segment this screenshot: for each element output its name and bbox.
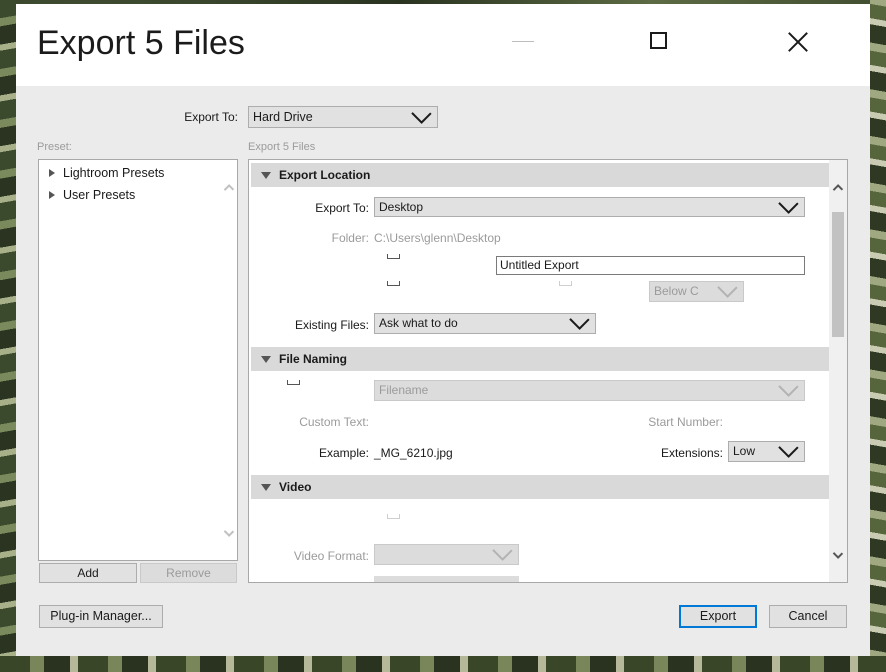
collapse-arrow-icon[interactable] (261, 484, 271, 491)
existing-files-label: Existing Files: (294, 318, 369, 332)
title-bar: Export 5 Files (16, 4, 870, 86)
filename-template-dropdown[interactable]: Filename (374, 380, 805, 401)
video-format-label: Video Format: (293, 549, 369, 563)
example-filename: _MG_6210.jpg (374, 446, 453, 460)
minimize-button[interactable] (502, 28, 542, 56)
video-quality-dropdown[interactable] (374, 576, 519, 582)
chevron-down-icon (719, 285, 729, 295)
existing-files-dropdown[interactable]: Ask what to do (374, 313, 596, 334)
settings-panel-caption: Export 5 Files (248, 141, 316, 153)
preset-label: Preset: (37, 141, 72, 153)
tree-item-user-presets[interactable]: User Presets (49, 188, 135, 202)
collapse-arrow-icon[interactable] (261, 172, 271, 179)
subfolder-name-field[interactable]: Untitled Export (496, 256, 805, 275)
chevron-down-icon (571, 317, 581, 327)
settings-panel: Export Location Export To: Desktop Folde… (248, 159, 848, 583)
preset-list[interactable]: Lightroom Presets User Presets (38, 159, 238, 561)
extensions-value: Low (733, 444, 756, 458)
remove-preset-button[interactable]: Remove (140, 563, 237, 583)
export-to-value: Hard Drive (253, 110, 313, 124)
scroll-up-icon[interactable] (225, 184, 233, 192)
chevron-down-icon (413, 111, 423, 121)
add-to-stack-checkbox[interactable] (559, 281, 572, 286)
maximize-button[interactable] (640, 28, 680, 56)
location-export-to-label: Export To: (315, 201, 369, 215)
rename-to-checkbox[interactable] (287, 380, 300, 385)
export-button[interactable]: Export (679, 605, 757, 628)
chevron-down-icon (494, 548, 504, 558)
desktop-background-bottom (0, 656, 886, 672)
tree-item-lightroom-presets[interactable]: Lightroom Presets (49, 166, 164, 180)
close-button[interactable] (778, 28, 818, 56)
desktop-background-right (870, 0, 886, 672)
custom-text-label: Custom Text: (299, 415, 369, 429)
expand-arrow-icon[interactable] (49, 191, 55, 199)
put-in-subfolder-checkbox[interactable] (387, 254, 400, 259)
filename-template-value: Filename (379, 383, 429, 397)
export-to-label: Export To: (184, 110, 238, 124)
location-export-to-dropdown[interactable]: Desktop (374, 197, 805, 217)
collapse-arrow-icon[interactable] (261, 356, 271, 363)
location-export-to-value: Desktop (379, 200, 424, 214)
expand-arrow-icon[interactable] (49, 169, 55, 177)
include-video-checkbox[interactable] (387, 514, 400, 519)
scroll-up-icon[interactable] (834, 184, 842, 192)
settings-scrollbar[interactable] (829, 160, 847, 582)
folder-label: Folder: (331, 231, 369, 245)
extensions-dropdown[interactable]: Low (728, 441, 805, 462)
export-to-dropdown[interactable]: Hard Drive (248, 106, 438, 128)
chevron-down-icon (780, 445, 790, 455)
section-title: Video (279, 480, 312, 494)
section-header-export-location[interactable]: Export Location (251, 163, 829, 187)
desktop-background-left (0, 0, 16, 672)
example-label: Example: (318, 446, 369, 460)
existing-files-value: Ask what to do (379, 316, 458, 330)
export-dialog: Export 5 Files Export To: Hard Drive Pre… (16, 4, 870, 656)
add-preset-button[interactable]: Add (39, 563, 137, 583)
scroll-down-icon[interactable] (225, 530, 233, 538)
start-number-label: Start Number: (648, 415, 723, 429)
tree-item-label: Lightroom Presets (63, 166, 165, 180)
plugin-manager-button[interactable]: Plug-in Manager... (39, 605, 163, 628)
stack-position-value: Below C (654, 284, 699, 298)
chevron-down-icon (780, 384, 790, 394)
cancel-button[interactable]: Cancel (769, 605, 847, 628)
section-header-video[interactable]: Video (251, 475, 829, 499)
section-title: File Naming (279, 352, 348, 366)
scroll-down-icon[interactable] (834, 552, 842, 560)
add-to-catalog-checkbox[interactable] (387, 281, 400, 286)
tree-item-label: User Presets (63, 188, 136, 202)
stack-position-dropdown[interactable]: Below C (649, 281, 744, 302)
video-format-dropdown[interactable] (374, 544, 519, 565)
section-title: Export Location (279, 168, 371, 182)
section-header-file-naming[interactable]: File Naming (251, 347, 829, 371)
chevron-down-icon (780, 201, 790, 211)
window-title: Export 5 Files (37, 24, 245, 62)
scrollbar-thumb[interactable] (832, 212, 844, 337)
extensions-label: Extensions: (660, 446, 723, 460)
folder-path: C:\Users\glenn\Desktop (374, 231, 501, 245)
